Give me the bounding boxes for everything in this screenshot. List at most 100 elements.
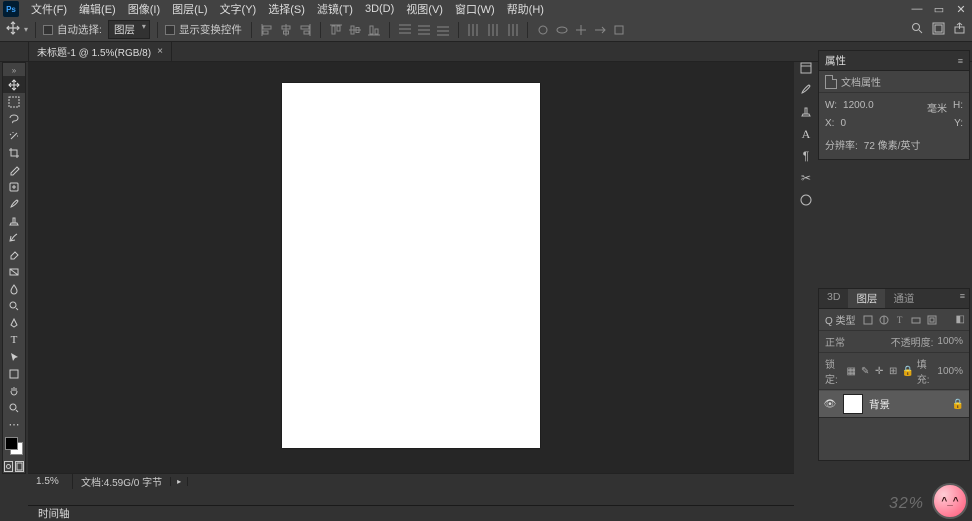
swatches-panel-icon[interactable]: ✂ — [798, 170, 814, 186]
move-tool[interactable] — [3, 76, 25, 93]
crop-tool[interactable] — [3, 144, 25, 161]
3d-roll-icon[interactable] — [554, 22, 570, 38]
menu-layer[interactable]: 图层(L) — [166, 0, 213, 19]
zoom-level[interactable]: 1.5% — [28, 476, 72, 487]
foreground-color-swatch[interactable] — [5, 437, 18, 450]
lock-position-icon[interactable]: ✛ — [874, 366, 885, 377]
zoom-tool[interactable] — [3, 399, 25, 416]
lock-artboard-icon[interactable]: ⊞ — [888, 366, 899, 377]
menu-image[interactable]: 图像(I) — [122, 0, 166, 19]
healing-brush-tool[interactable] — [3, 178, 25, 195]
distribute-top-icon[interactable] — [397, 22, 413, 38]
brushes-panel-icon[interactable] — [798, 82, 814, 98]
distribute-bottom-icon[interactable] — [435, 22, 451, 38]
window-minimize-button[interactable]: ― — [906, 3, 928, 16]
menu-edit[interactable]: 编辑(E) — [73, 0, 122, 19]
layers-panel-menu-icon[interactable]: ≡ — [956, 289, 969, 308]
layer-thumbnail[interactable] — [843, 394, 863, 414]
search-icon[interactable] — [911, 22, 924, 38]
filter-type-icon[interactable]: T — [894, 314, 906, 326]
canvas-viewport[interactable] — [28, 62, 794, 469]
panel-menu-icon[interactable]: ≡ — [958, 56, 963, 66]
clone-source-panel-icon[interactable] — [798, 104, 814, 120]
gradient-tool[interactable] — [3, 263, 25, 280]
eyedropper-tool[interactable] — [3, 161, 25, 178]
auto-select-dropdown[interactable]: 图层 — [108, 20, 150, 39]
lock-image-icon[interactable]: ✎ — [860, 366, 871, 377]
window-close-button[interactable]: ✕ — [950, 3, 972, 16]
distribute-left-icon[interactable] — [466, 22, 482, 38]
history-brush-tool[interactable] — [3, 229, 25, 246]
document-tab[interactable]: 未标题-1 @ 1.5%(RGB/8) × — [28, 41, 172, 61]
3d-drag-icon[interactable] — [573, 22, 589, 38]
menu-3d[interactable]: 3D(D) — [359, 1, 400, 17]
pen-tool[interactable] — [3, 314, 25, 331]
3d-rotate-icon[interactable] — [535, 22, 551, 38]
layer-name[interactable]: 背景 — [869, 397, 945, 412]
lock-transparent-icon[interactable]: ▦ — [846, 366, 857, 377]
menu-window[interactable]: 窗口(W) — [449, 0, 501, 19]
brush-tool[interactable] — [3, 195, 25, 212]
filter-switch-icon[interactable]: ◧ — [952, 314, 969, 325]
distribute-hcenter-icon[interactable] — [485, 22, 501, 38]
eraser-tool[interactable] — [3, 246, 25, 263]
menu-type[interactable]: 文字(Y) — [214, 0, 263, 19]
tab-channels[interactable]: 通道 — [885, 289, 922, 308]
dodge-tool[interactable] — [3, 297, 25, 314]
3d-slide-icon[interactable] — [592, 22, 608, 38]
screen-mode-icon[interactable] — [14, 460, 25, 473]
history-panel-icon[interactable] — [798, 60, 814, 76]
layer-lock-icon[interactable]: 🔒 — [951, 399, 965, 410]
color-swatches[interactable] — [3, 435, 25, 457]
resolution-value[interactable]: 72 像素/英寸 — [864, 137, 921, 152]
menu-select[interactable]: 选择(S) — [262, 0, 311, 19]
document-canvas[interactable] — [282, 83, 540, 448]
tab-layers[interactable]: 图层 — [848, 289, 885, 308]
hand-tool[interactable] — [3, 382, 25, 399]
distribute-right-icon[interactable] — [504, 22, 520, 38]
align-bottom-edges-icon[interactable] — [366, 22, 382, 38]
menu-file[interactable]: 文件(F) — [25, 0, 73, 19]
width-value[interactable]: 1200.0 — [843, 100, 921, 115]
align-vertical-centers-icon[interactable] — [347, 22, 363, 38]
opacity-value[interactable]: 100% — [937, 336, 963, 347]
tool-preset-chevron-icon[interactable]: ▾ — [24, 25, 28, 34]
align-horizontal-centers-icon[interactable] — [278, 22, 294, 38]
menu-filter[interactable]: 滤镜(T) — [311, 0, 359, 19]
filter-adjust-icon[interactable] — [878, 314, 890, 326]
marquee-tool[interactable] — [3, 93, 25, 110]
doc-size-info[interactable]: 文档:4.59G/0 字节 — [72, 474, 170, 489]
x-value[interactable]: 0 — [840, 118, 948, 129]
window-maximize-button[interactable]: ▭ — [928, 3, 950, 16]
layer-visibility-icon[interactable]: 👁 — [823, 399, 837, 410]
filter-pixel-icon[interactable] — [862, 314, 874, 326]
workspace-switcher-icon[interactable] — [932, 22, 945, 38]
paragraph-panel-icon[interactable]: ¶ — [798, 148, 814, 164]
layer-filter-kind-label[interactable]: Q 类型 — [825, 312, 856, 327]
libraries-panel-icon[interactable] — [798, 192, 814, 208]
width-unit[interactable]: 毫米 — [927, 100, 947, 115]
align-left-edges-icon[interactable] — [259, 22, 275, 38]
show-transform-checkbox[interactable] — [165, 25, 175, 35]
3d-scale-icon[interactable] — [611, 22, 627, 38]
filter-smart-icon[interactable] — [926, 314, 938, 326]
character-panel-icon[interactable]: A — [798, 126, 814, 142]
lock-all-icon[interactable]: 🔒 — [902, 366, 913, 377]
fill-value[interactable]: 100% — [937, 366, 963, 377]
distribute-vcenter-icon[interactable] — [416, 22, 432, 38]
toolbar-collapse-icon[interactable]: » — [3, 65, 25, 76]
auto-select-checkbox[interactable] — [43, 25, 53, 35]
lasso-tool[interactable] — [3, 110, 25, 127]
edit-toolbar-icon[interactable]: ⋯ — [3, 416, 25, 433]
filter-shape-icon[interactable] — [910, 314, 922, 326]
shape-tool[interactable] — [3, 365, 25, 382]
menu-help[interactable]: 帮助(H) — [501, 0, 550, 19]
timeline-panel-collapsed[interactable]: 时间轴 — [28, 505, 794, 521]
tab-3d[interactable]: 3D — [819, 289, 848, 308]
align-top-edges-icon[interactable] — [328, 22, 344, 38]
tab-close-icon[interactable]: × — [157, 46, 163, 57]
share-icon[interactable] — [953, 22, 966, 38]
clone-stamp-tool[interactable] — [3, 212, 25, 229]
path-selection-tool[interactable] — [3, 348, 25, 365]
type-tool[interactable]: T — [3, 331, 25, 348]
